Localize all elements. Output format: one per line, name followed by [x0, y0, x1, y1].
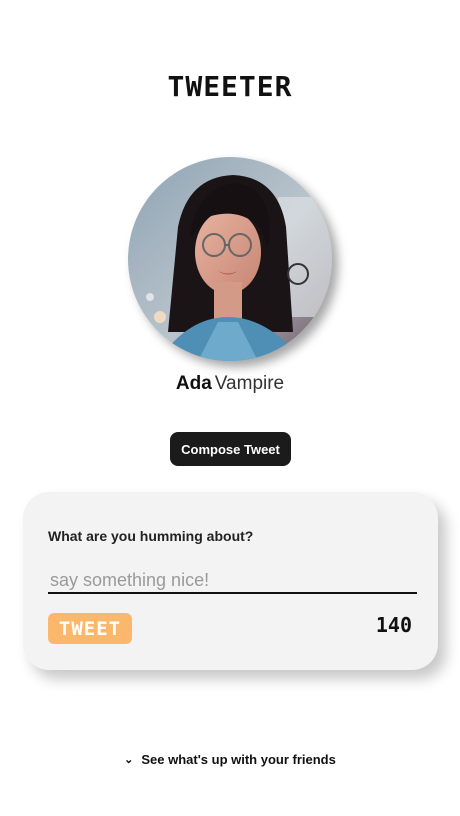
profile-last-name: Vampire [214, 373, 285, 394]
tweet-input[interactable] [48, 568, 417, 594]
avatar [128, 157, 332, 361]
app-title: TWEETER [167, 70, 293, 103]
profile-name: Ada Vampire [0, 372, 460, 396]
tweet-button[interactable]: TWEET [48, 613, 132, 644]
see-friends-label: See what's up with your friends [141, 752, 336, 767]
compose-tweet-button[interactable]: Compose Tweet [170, 432, 291, 466]
compose-card: What are you humming about? TWEET 140 [23, 492, 438, 670]
profile-first-name: Ada [175, 373, 212, 394]
compose-prompt: What are you humming about? [48, 528, 254, 544]
see-friends-link[interactable]: ⌄ See what's up with your friends [0, 752, 460, 767]
avatar-photo [128, 157, 332, 361]
chevron-down-icon: ⌄ [124, 754, 134, 766]
char-counter: 140 [375, 613, 412, 637]
